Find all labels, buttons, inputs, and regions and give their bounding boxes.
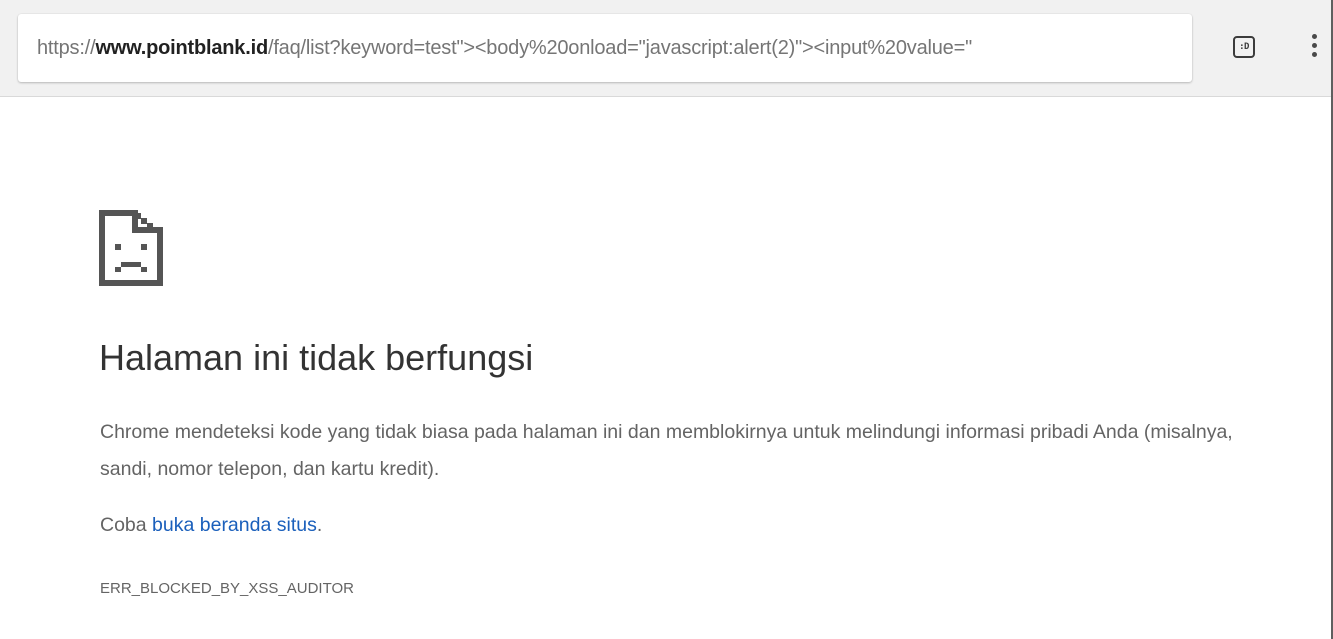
menu-dot [1311,52,1317,57]
try-suggestion: Coba buka beranda situs. [100,509,322,541]
menu-dot [1311,34,1317,39]
try-suffix: . [316,514,323,536]
url-text[interactable]: https://www.pointblank.id/faq/list?keywo… [37,14,972,82]
open-homepage-link[interactable]: buka beranda situs [152,514,317,536]
menu-dot [1311,43,1317,48]
url-path: /faq/list?keyword=test"><body%20onload="… [267,37,972,59]
menu-kebab-icon[interactable] [1302,34,1326,62]
url-scheme: https:// [37,37,96,59]
page-title: Halaman ini tidak berfungsi [99,337,534,378]
error-description: Chrome mendeteksi kode yang tidak biasa … [100,421,1233,480]
sad-page-icon [99,210,163,286]
extension-icon[interactable]: :D [1233,36,1255,58]
try-prefix: Coba [100,514,153,536]
browser-toolbar: https://www.pointblank.id/faq/list?keywo… [0,0,1333,97]
address-bar[interactable]: https://www.pointblank.id/faq/list?keywo… [18,14,1192,82]
url-host: www.pointblank.id [95,37,268,59]
error-code: ERR_BLOCKED_BY_XSS_AUDITOR [100,580,354,597]
